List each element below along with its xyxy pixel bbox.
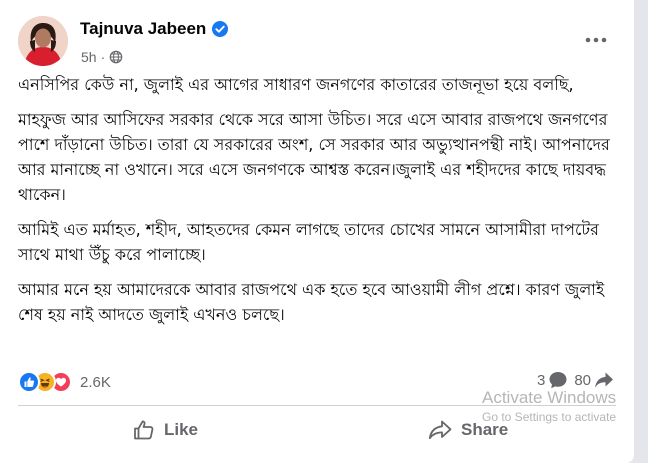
share-button-label: Share xyxy=(461,420,509,439)
post-timestamp[interactable]: 5h xyxy=(81,49,97,65)
share-count-link[interactable]: 80 xyxy=(574,370,614,390)
comment-count-link[interactable]: 3 xyxy=(537,370,568,390)
avatar-image xyxy=(18,16,68,66)
post-text: এনসিপির কেউ না, জুলাই এর আগের সাধারণ জনগ… xyxy=(18,72,628,337)
share-icon xyxy=(595,372,613,388)
thumbs-up-icon xyxy=(134,420,154,440)
more-options-button[interactable] xyxy=(580,26,612,54)
more-options-icon xyxy=(585,37,607,43)
engagement-counts: 3 80 xyxy=(537,370,614,390)
post-meta: 5h · xyxy=(81,49,123,65)
share-button[interactable]: Share xyxy=(427,418,508,442)
comment-icon xyxy=(549,372,567,389)
actions-divider xyxy=(18,405,616,406)
like-button[interactable]: Like xyxy=(132,418,198,442)
meta-separator: · xyxy=(100,49,106,65)
avatar[interactable] xyxy=(18,16,68,66)
post-paragraph: এনসিপির কেউ না, জুলাই এর আগের সাধারণ জনগ… xyxy=(18,75,574,94)
reaction-count[interactable]: 2.6K xyxy=(80,374,111,391)
comment-count: 3 xyxy=(536,371,546,389)
post-paragraph: মাহফুজ আর আসিফের সরকার থেকে সরে আসা উচিত… xyxy=(18,110,610,204)
globe-icon[interactable] xyxy=(109,50,123,64)
like-reaction-icon xyxy=(18,371,40,393)
author-name[interactable]: Tajnuva Jabeen xyxy=(80,19,206,39)
post-paragraph: আমিই এত মর্মাহত, শহীদ, আহতদের কেমন লাগছে… xyxy=(18,220,599,264)
like-button-label: Like xyxy=(164,420,199,439)
author-row: Tajnuva Jabeen xyxy=(80,19,229,39)
verified-badge-icon xyxy=(212,21,229,37)
reactions-summary[interactable]: 2.6K xyxy=(18,370,111,394)
post-paragraph: আমার মনে হয় আমাদেরকে আবার রাজপথে এক হতে… xyxy=(18,280,605,324)
share-count: 80 xyxy=(574,371,591,389)
share-arrow-icon xyxy=(428,420,452,440)
post-card: Tajnuva Jabeen 5h · এনসিপির কেউ না, জুলা… xyxy=(0,0,634,463)
